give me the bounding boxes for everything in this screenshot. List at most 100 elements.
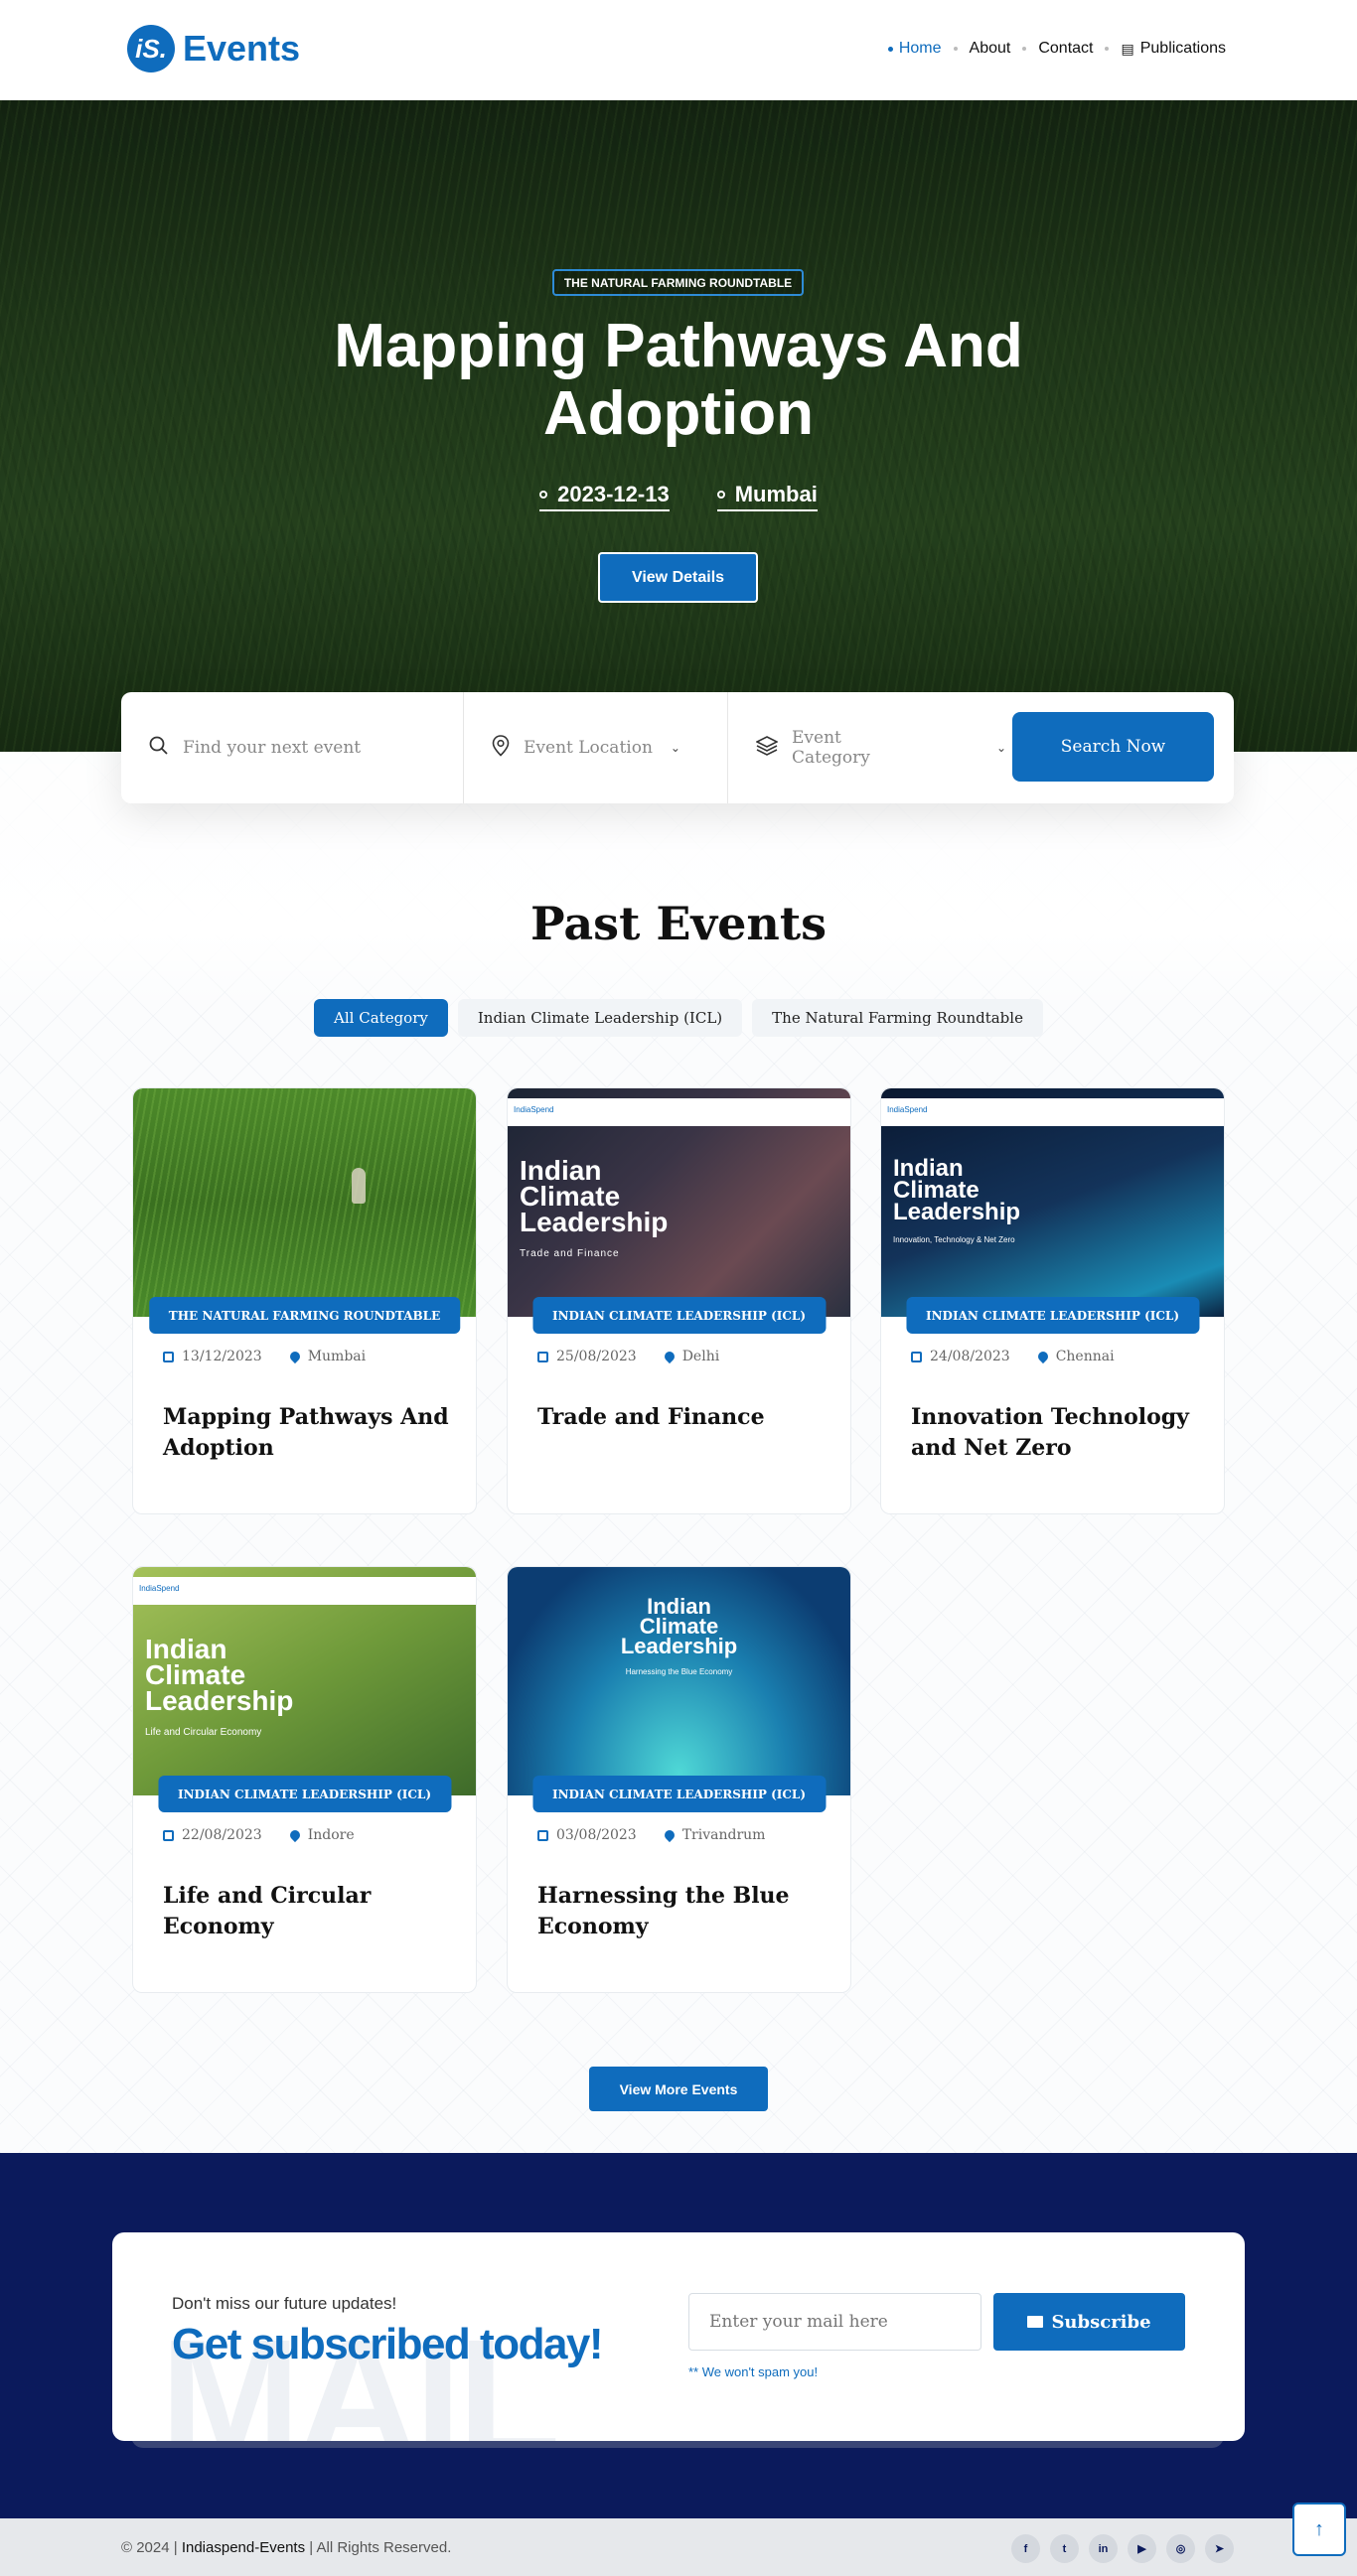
category-select[interactable]: Event Category ⌄ xyxy=(728,692,1006,803)
active-dot xyxy=(887,46,893,52)
farmer-figure xyxy=(352,1168,366,1204)
telegram-icon[interactable]: ➤ xyxy=(1205,2534,1234,2563)
keyword-search-placeholder: Find your next event xyxy=(183,738,362,758)
search-icon xyxy=(149,736,169,761)
bullet-icon xyxy=(716,491,725,499)
icl-logo-heading: Indian Climate Leadership xyxy=(520,1155,669,1237)
event-location: Delhi xyxy=(662,1349,719,1364)
email-field[interactable] xyxy=(688,2293,981,2351)
event-image xyxy=(133,1088,476,1317)
event-date: 03/08/2023 xyxy=(537,1827,637,1843)
location-pin-icon xyxy=(662,1349,677,1364)
past-events-title: Past Events xyxy=(530,897,827,950)
newspaper-icon: ▤ xyxy=(1121,40,1134,57)
nav-contact[interactable]: Contact xyxy=(1038,40,1093,58)
bullet-icon xyxy=(539,491,548,499)
icl-logo: Indian Climate Leadership Life and Circul… xyxy=(145,1634,324,1746)
layers-icon xyxy=(755,735,779,761)
site-footer: © 2024 | Indiaspend-Events | All Rights … xyxy=(0,2518,1357,2576)
nav-about[interactable]: About xyxy=(970,40,1011,58)
main-nav: Home About Contact ▤ Publications xyxy=(887,40,1226,58)
footer-site-link[interactable]: Indiaspend-Events xyxy=(182,2539,305,2556)
keyword-search-field[interactable]: Find your next event xyxy=(121,692,464,803)
copyright: © 2024 | Indiaspend-Events | All Rights … xyxy=(121,2539,451,2556)
copyright-rights: | All Rights Reserved. xyxy=(309,2539,452,2556)
subscribe-heading: Get subscribed today! xyxy=(172,2320,604,2368)
event-meta: 22/08/2023 Indore xyxy=(163,1827,355,1843)
event-title[interactable]: Life and Circular Economy xyxy=(163,1881,451,1942)
location-select[interactable]: Event Location ⌄ xyxy=(464,692,728,803)
event-date: 22/08/2023 xyxy=(163,1827,262,1843)
event-search-bar: Find your next event Event Location ⌄ Ev… xyxy=(121,692,1234,803)
nav-home[interactable]: Home xyxy=(887,40,942,58)
back-to-top-button[interactable]: ↑ xyxy=(1292,2503,1346,2556)
filter-icl[interactable]: Indian Climate Leadership (ICL) xyxy=(457,999,743,1037)
twitter-icon[interactable]: t xyxy=(1050,2534,1079,2563)
event-location-text: Mumbai xyxy=(307,1349,367,1364)
location-pin-icon xyxy=(287,1827,302,1843)
event-card[interactable]: IndiaSpend Indian Climate Leadership Life… xyxy=(132,1566,477,1993)
nav-separator xyxy=(1105,47,1110,51)
linkedin-icon[interactable]: in xyxy=(1089,2534,1118,2563)
icl-logo-sub: Life and Circular Economy xyxy=(145,1727,262,1738)
instagram-icon[interactable]: ◎ xyxy=(1166,2534,1195,2563)
hero-meta: 2023-12-13 Mumbai xyxy=(0,482,1357,511)
event-title[interactable]: Trade and Finance xyxy=(537,1402,826,1433)
hero-date: 2023-12-13 xyxy=(539,482,670,511)
event-location-text: Trivandrum xyxy=(681,1827,766,1843)
view-more-events-button[interactable]: View More Events xyxy=(589,2067,768,2111)
site-logo[interactable]: iS. Events xyxy=(127,25,300,72)
envelope-icon xyxy=(1027,2316,1044,2328)
icl-logo-sub: Innovation, Technology & Net Zero xyxy=(893,1235,1015,1244)
view-details-button[interactable]: View Details xyxy=(598,552,758,603)
nav-publications[interactable]: ▤ Publications xyxy=(1121,40,1226,58)
icl-logo: Indian Climate Leadership Innovation, Tec… xyxy=(893,1155,1042,1251)
event-title[interactable]: Innovation Technology and Net Zero xyxy=(911,1402,1199,1464)
facebook-icon[interactable]: f xyxy=(1011,2534,1040,2563)
event-title[interactable]: Harnessing the Blue Economy xyxy=(537,1881,826,1942)
event-date-text: 22/08/2023 xyxy=(182,1827,262,1843)
filter-all-category[interactable]: All Category xyxy=(314,999,448,1037)
icl-logo-heading: Indian Climate Leadership xyxy=(145,1634,294,1716)
chevron-down-icon: ⌄ xyxy=(995,741,1006,755)
sponsor-strip xyxy=(508,1098,850,1126)
icl-logo: Indian Climate Leadership Trade and Finan… xyxy=(520,1155,698,1267)
event-image: IndiaSpend Indian Climate Leadership Life… xyxy=(133,1567,476,1795)
hero-location: Mumbai xyxy=(716,482,818,511)
search-now-button[interactable]: Search Now xyxy=(1012,712,1214,782)
event-card[interactable]: Indian Climate Leadership Harnessing the … xyxy=(507,1566,851,1993)
event-category-badge: INDIAN CLIMATE LEADERSHIP (ICL) xyxy=(157,1776,452,1812)
hero-banner: THE NATURAL FARMING ROUNDTABLE Mapping P… xyxy=(0,100,1357,752)
sponsor-strip xyxy=(881,1098,1224,1126)
event-location: Trivandrum xyxy=(662,1827,766,1843)
filter-natural-farming[interactable]: The Natural Farming Roundtable xyxy=(752,999,1043,1037)
event-date: 24/08/2023 xyxy=(911,1349,1010,1364)
icl-logo-heading: Indian Climate Leadership xyxy=(893,1155,1021,1225)
event-card[interactable]: THE NATURAL FARMING ROUNDTABLE 13/12/202… xyxy=(132,1087,477,1514)
hero-location-text: Mumbai xyxy=(734,482,818,506)
calendar-icon xyxy=(911,1351,922,1362)
nav-home-label: Home xyxy=(898,40,942,57)
hero-title: Mapping Pathways And Adoption xyxy=(334,312,1023,448)
calendar-icon xyxy=(537,1829,548,1841)
logo-text: Events xyxy=(183,28,301,69)
event-card[interactable]: IndiaSpend Indian Climate Leadership Inno… xyxy=(880,1087,1225,1514)
event-meta: 24/08/2023 Chennai xyxy=(911,1349,1115,1364)
event-card[interactable]: IndiaSpend Indian Climate Leadership Trad… xyxy=(507,1087,851,1514)
icl-logo-sub: Trade and Finance xyxy=(520,1248,620,1259)
event-category-badge: INDIAN CLIMATE LEADERSHIP (ICL) xyxy=(531,1297,827,1334)
category-select-placeholder: Event Category xyxy=(792,728,870,768)
event-title[interactable]: Mapping Pathways And Adoption xyxy=(163,1402,451,1464)
hero-category-badge: THE NATURAL FARMING ROUNDTABLE xyxy=(552,269,804,296)
hero-date-text: 2023-12-13 xyxy=(557,482,670,506)
subscribe-button[interactable]: Subscribe xyxy=(993,2293,1185,2351)
event-location: Indore xyxy=(287,1827,355,1843)
youtube-icon[interactable]: ▶ xyxy=(1128,2534,1156,2563)
event-date: 13/12/2023 xyxy=(163,1349,262,1364)
site-header: iS. Events Home About Contact ▤ Publicati… xyxy=(0,0,1357,100)
event-image: Indian Climate Leadership Harnessing the … xyxy=(508,1567,850,1795)
social-links: f t in ▶ ◎ ➤ xyxy=(1011,2534,1234,2563)
event-location: Mumbai xyxy=(287,1349,367,1364)
event-date: 25/08/2023 xyxy=(537,1349,637,1364)
location-pin-icon xyxy=(662,1827,677,1843)
